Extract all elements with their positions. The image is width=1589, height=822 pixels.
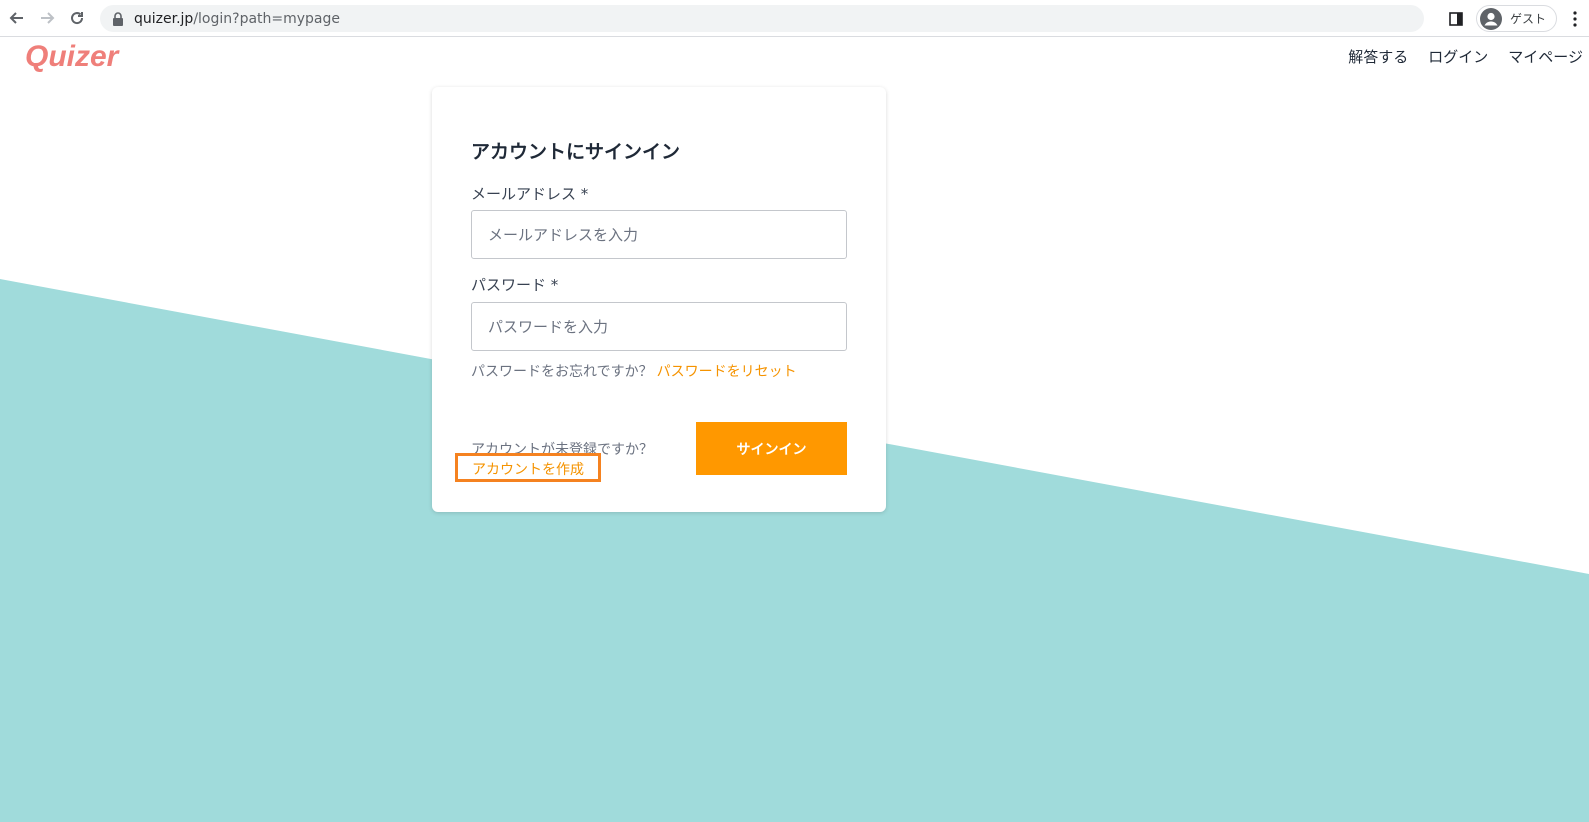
site-logo[interactable]: Quizer bbox=[25, 40, 118, 74]
profile-button[interactable]: ゲスト bbox=[1475, 5, 1557, 32]
url-host: quizer.jp bbox=[134, 10, 194, 27]
nav-mypage[interactable]: マイページ bbox=[1508, 46, 1583, 67]
email-label: メールアドレス * bbox=[471, 185, 589, 203]
address-bar[interactable]: quizer.jp/login?path=mypage bbox=[100, 5, 1424, 32]
email-field[interactable] bbox=[471, 210, 847, 259]
password-label: パスワード * bbox=[471, 276, 559, 294]
profile-label: ゲスト bbox=[1509, 12, 1546, 26]
arrow-left-icon bbox=[9, 12, 23, 24]
nav-login[interactable]: ログイン bbox=[1428, 46, 1488, 67]
forgot-password-row: パスワードをお忘れですか？ パスワードをリセット bbox=[471, 361, 797, 381]
side-panel-button[interactable] bbox=[1442, 5, 1470, 33]
arrow-right-icon bbox=[41, 12, 55, 24]
card-title: アカウントにサインイン bbox=[471, 141, 681, 163]
browser-menu-button[interactable] bbox=[1565, 5, 1585, 33]
forgot-password-text: パスワードをお忘れですか？ bbox=[471, 364, 653, 380]
browser-toolbar: quizer.jp/login?path=mypage ゲスト bbox=[0, 0, 1589, 37]
url-path: /login?path=mypage bbox=[193, 10, 341, 27]
password-field[interactable] bbox=[471, 302, 847, 351]
reset-password-link[interactable]: パスワードをリセット bbox=[657, 364, 797, 380]
reload-button[interactable] bbox=[64, 5, 90, 31]
create-account-link[interactable]: アカウントを作成 bbox=[455, 453, 601, 482]
signin-card: アカウントにサインイン メールアドレス * パスワード * パスワードをお忘れで… bbox=[432, 87, 886, 512]
signin-button[interactable]: サインイン bbox=[696, 422, 847, 475]
reload-icon bbox=[71, 12, 84, 25]
more-vertical-icon bbox=[1573, 10, 1577, 27]
nav-answer[interactable]: 解答する bbox=[1348, 46, 1408, 67]
forward-button[interactable] bbox=[34, 5, 60, 31]
avatar-icon bbox=[1479, 7, 1502, 30]
back-button[interactable] bbox=[4, 5, 30, 31]
site-nav: 解答する ログイン マイページ bbox=[1348, 46, 1583, 67]
side-panel-icon bbox=[1449, 11, 1463, 26]
lock-icon bbox=[113, 11, 123, 26]
